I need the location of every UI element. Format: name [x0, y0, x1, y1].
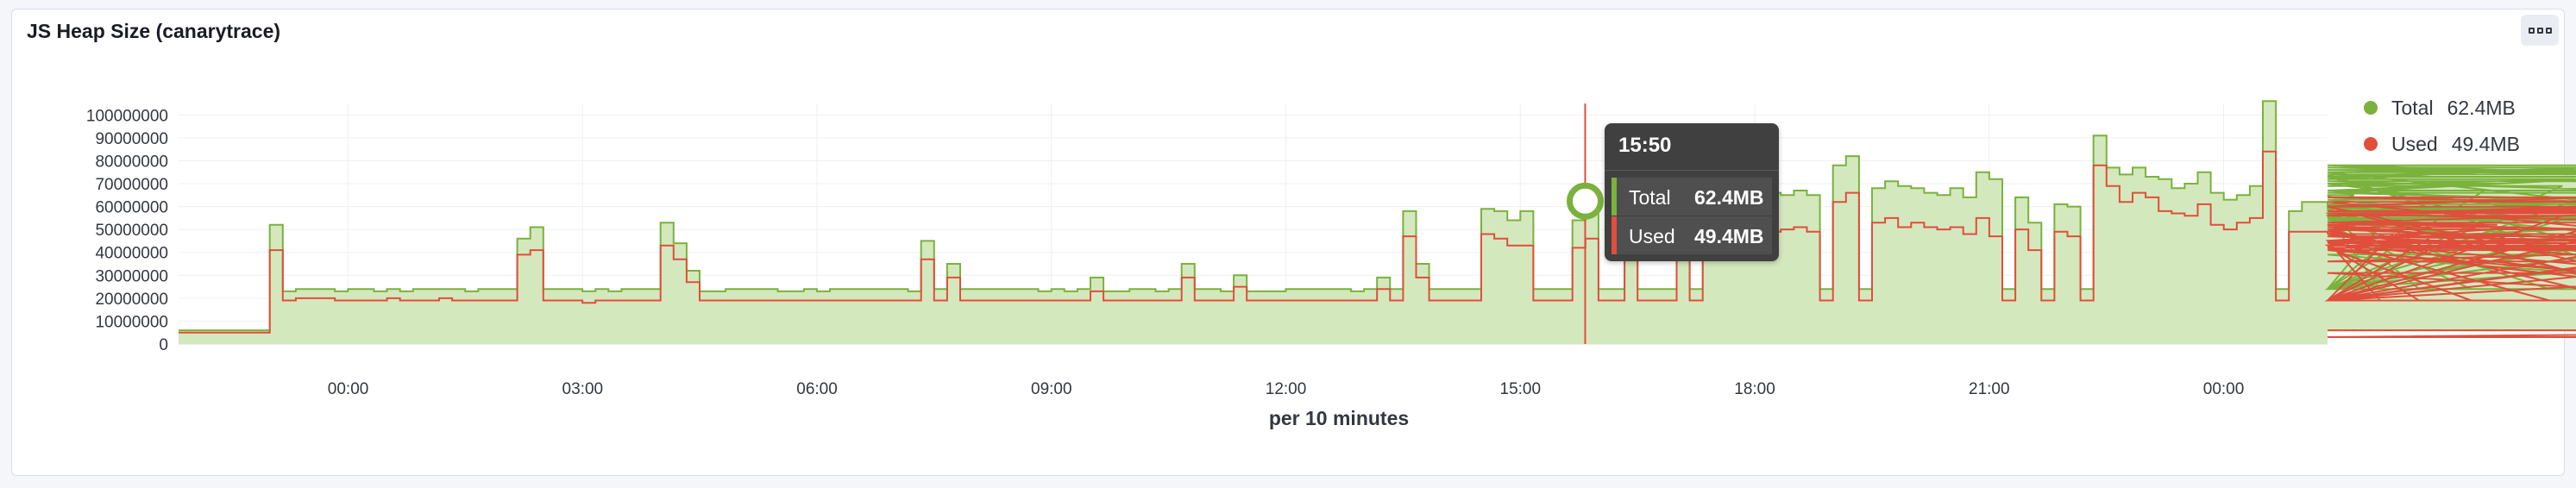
y-tick-label: 60000000	[95, 199, 168, 217]
x-tick-label: 00:00	[2203, 380, 2245, 398]
legend-used-label: Used	[2391, 132, 2438, 155]
y-tick-label: 0	[159, 336, 168, 354]
legend-total-value: 62.4MB	[2447, 96, 2516, 119]
x-tick-label: 15:00	[1500, 380, 1542, 398]
legend-used-value: 49.4MB	[2451, 132, 2520, 155]
y-tick-label: 50000000	[95, 222, 168, 240]
x-tick-label: 18:00	[1734, 380, 1775, 398]
tooltip-used-swatch	[1612, 216, 1617, 254]
x-tick-label: 09:00	[1031, 380, 1072, 398]
legend-total-label: Total	[2391, 96, 2434, 119]
x-axis-label: per 10 minutes	[1268, 407, 1410, 429]
chart-tooltip: 15:50 Total 62.4MB Used 49.4MB	[1605, 123, 1779, 261]
y-tick-label: 30000000	[95, 267, 168, 285]
tooltip-used-value: 49.4MB	[1694, 225, 1764, 247]
y-tick-label: 100000000	[86, 107, 168, 125]
legend-total-dot-icon	[2364, 101, 2378, 115]
tooltip-used-label: Used	[1629, 225, 1675, 247]
y-tick-label: 20000000	[95, 291, 168, 309]
legend-item-total[interactable]: Total 62.4MB	[2364, 97, 2520, 119]
x-tick-label: 06:00	[796, 380, 838, 398]
hover-marker	[1566, 182, 1604, 220]
y-tick-label: 90000000	[95, 130, 168, 148]
tooltip-row-total: Total 62.4MB	[1612, 178, 1772, 216]
x-tick-label: 12:00	[1266, 380, 1307, 398]
tooltip-row-used: Used 49.4MB	[1612, 216, 1772, 254]
y-tick-label: 10000000	[95, 313, 168, 331]
chart-legend: Total 62.4MB Used 49.4MB	[2364, 97, 2520, 169]
y-tick-label: 70000000	[95, 176, 168, 194]
y-tick-label: 40000000	[95, 245, 168, 263]
tooltip-time: 15:50	[1618, 134, 1672, 157]
legend-item-used[interactable]: Used 49.4MB	[2364, 133, 2520, 155]
tooltip-total-label: Total	[1629, 186, 1671, 209]
x-tick-label: 00:00	[328, 380, 369, 398]
x-tick-label: 03:00	[562, 380, 604, 398]
x-tick-label: 21:00	[1969, 380, 2010, 398]
tooltip-divider	[1605, 170, 1779, 171]
legend-used-dot-icon	[2364, 137, 2378, 151]
tooltip-total-swatch	[1612, 178, 1617, 216]
tooltip-total-value: 62.4MB	[1694, 186, 1764, 209]
y-tick-label: 80000000	[95, 153, 168, 171]
